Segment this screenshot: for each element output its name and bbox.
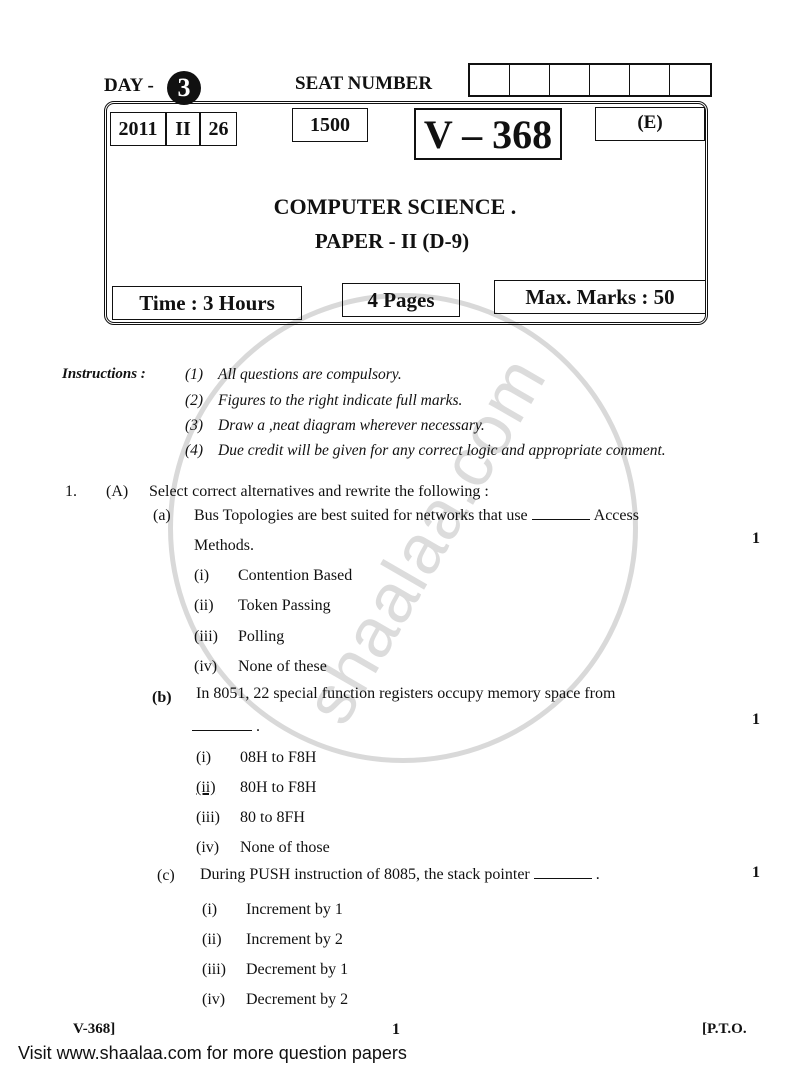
subquestion-text-part: . bbox=[595, 866, 600, 883]
option-label: (iii) bbox=[202, 961, 226, 978]
instruction-item: (3) Draw a ,neat diagram wherever necessa… bbox=[185, 417, 485, 435]
seat-number-box bbox=[630, 65, 670, 95]
instruction-number: (3) bbox=[185, 417, 204, 434]
marks: 1 bbox=[752, 864, 760, 881]
option-text: Decrement by 2 bbox=[246, 991, 349, 1008]
question-section: (A) bbox=[106, 483, 129, 500]
day-label: DAY - bbox=[104, 75, 154, 96]
option-text: None of these bbox=[238, 658, 327, 675]
subject-title: COMPUTER SCIENCE . bbox=[273, 194, 517, 219]
option-label: (i) bbox=[202, 901, 218, 918]
option-text: Increment by 1 bbox=[246, 901, 343, 918]
seat-number-box bbox=[470, 65, 510, 95]
seat-number-box bbox=[590, 65, 630, 95]
paper-code: V – 368 bbox=[414, 108, 562, 160]
marks: 1 bbox=[752, 711, 760, 728]
option-item: (iii) 80 to 8FH bbox=[196, 809, 305, 827]
seat-number-box bbox=[510, 65, 550, 95]
marks: 1 bbox=[752, 530, 760, 547]
subquestion-label: (b) bbox=[152, 689, 172, 706]
option-text: Token Passing bbox=[238, 597, 331, 614]
subquestion-text-part: Bus Topologies are best suited for netwo… bbox=[194, 507, 528, 524]
copies-count: 1500 bbox=[292, 108, 368, 142]
answer-blank bbox=[533, 866, 592, 879]
option-item: (iii) Polling bbox=[194, 628, 284, 646]
instruction-number: (4) bbox=[185, 442, 204, 459]
option-item: (iii) Decrement by 1 bbox=[202, 961, 348, 979]
footer-paper-code: V-368] bbox=[73, 1021, 116, 1037]
subquestion-label: (a) bbox=[153, 507, 171, 524]
instruction-number: (1) bbox=[185, 366, 204, 383]
subquestion-text-part: During PUSH instruction of 8085, the sta… bbox=[200, 866, 530, 883]
time-allowed: Time : 3 Hours bbox=[112, 286, 302, 320]
day-number-badge: 3 bbox=[167, 71, 201, 105]
option-label: (ii) bbox=[194, 597, 214, 614]
option-text: 80H to F8H bbox=[240, 779, 317, 796]
option-text: Polling bbox=[238, 628, 285, 645]
option-label: (iv) bbox=[196, 839, 220, 856]
subquestion-text: During PUSH instruction of 8085, the sta… bbox=[200, 866, 600, 884]
exam-date: 26 bbox=[200, 112, 237, 146]
instruction-number: (2) bbox=[185, 392, 204, 409]
option-text: Increment by 2 bbox=[246, 931, 343, 948]
instruction-item: (4) Due credit will be given for any corr… bbox=[185, 442, 666, 460]
subquestion-text-part: Access bbox=[593, 507, 639, 524]
instruction-text: Figures to the right indicate full marks… bbox=[218, 392, 463, 409]
subquestion-text: Bus Topologies are best suited for netwo… bbox=[194, 507, 639, 525]
answer-blank bbox=[531, 507, 590, 520]
option-item: (i) Increment by 1 bbox=[202, 901, 343, 919]
option-label: (ii) bbox=[202, 931, 222, 948]
option-label: (iii) bbox=[196, 809, 220, 826]
option-item: (iv) None of those bbox=[196, 839, 330, 857]
option-text: Decrement by 1 bbox=[246, 961, 349, 978]
max-marks: Max. Marks : 50 bbox=[494, 280, 706, 314]
option-label: (i) bbox=[196, 749, 212, 766]
page-number: 1 bbox=[392, 1021, 400, 1038]
option-item: (ii) Increment by 2 bbox=[202, 931, 343, 949]
instructions-label: Instructions : bbox=[62, 366, 146, 382]
option-label: (ii) bbox=[196, 779, 216, 796]
option-label: (iv) bbox=[194, 658, 218, 675]
option-item: (iv) None of these bbox=[194, 658, 327, 676]
option-text: None of those bbox=[240, 839, 330, 856]
subquestion-text-line2: . bbox=[188, 718, 260, 736]
subquestion-text: In 8051, 22 special function registers o… bbox=[196, 685, 616, 702]
subquestion-text-line2: Methods. bbox=[194, 537, 254, 554]
instruction-item: (2) Figures to the right indicate full ma… bbox=[185, 392, 462, 410]
option-item: (ii) Token Passing bbox=[194, 597, 331, 615]
option-item: (i) Contention Based bbox=[194, 567, 352, 585]
page-count: 4 Pages bbox=[342, 283, 460, 317]
visit-banner[interactable]: Visit www.shaalaa.com for more question … bbox=[18, 1043, 407, 1064]
paper-title: PAPER - II (D-9) bbox=[314, 229, 470, 253]
language-code: (E) bbox=[595, 107, 705, 141]
option-text: 80 to 8FH bbox=[240, 809, 305, 826]
option-text: Contention Based bbox=[238, 567, 353, 584]
option-item-marked: (ii) 80H to F8H bbox=[196, 779, 316, 797]
section-instruction: Select correct alternatives and rewrite … bbox=[149, 483, 489, 500]
option-label: (iii) bbox=[194, 628, 218, 645]
exam-term: II bbox=[166, 112, 200, 146]
instruction-text: Draw a ,neat diagram wherever necessary. bbox=[218, 417, 485, 434]
instruction-item: (1) All questions are compulsory. bbox=[185, 366, 402, 384]
option-label: (iv) bbox=[202, 991, 226, 1008]
subquestion-text-part: . bbox=[256, 718, 260, 735]
option-label: (i) bbox=[194, 567, 210, 584]
seat-number-label: SEAT NUMBER bbox=[295, 73, 433, 94]
instruction-text: Due credit will be given for any correct… bbox=[218, 442, 666, 459]
seat-number-boxes bbox=[468, 63, 712, 97]
seat-number-box bbox=[670, 65, 710, 95]
subquestion-label: (c) bbox=[157, 867, 175, 884]
exam-year: 2011 bbox=[110, 112, 166, 146]
instruction-text: All questions are compulsory. bbox=[218, 366, 402, 383]
question-number: 1. bbox=[65, 483, 77, 500]
option-item: (iv) Decrement by 2 bbox=[202, 991, 348, 1009]
please-turn-over: [P.T.O. bbox=[702, 1021, 747, 1037]
option-text: 08H to F8H bbox=[240, 749, 317, 766]
option-item: (i) 08H to F8H bbox=[196, 749, 316, 767]
answer-blank bbox=[192, 718, 252, 731]
seat-number-box bbox=[550, 65, 590, 95]
